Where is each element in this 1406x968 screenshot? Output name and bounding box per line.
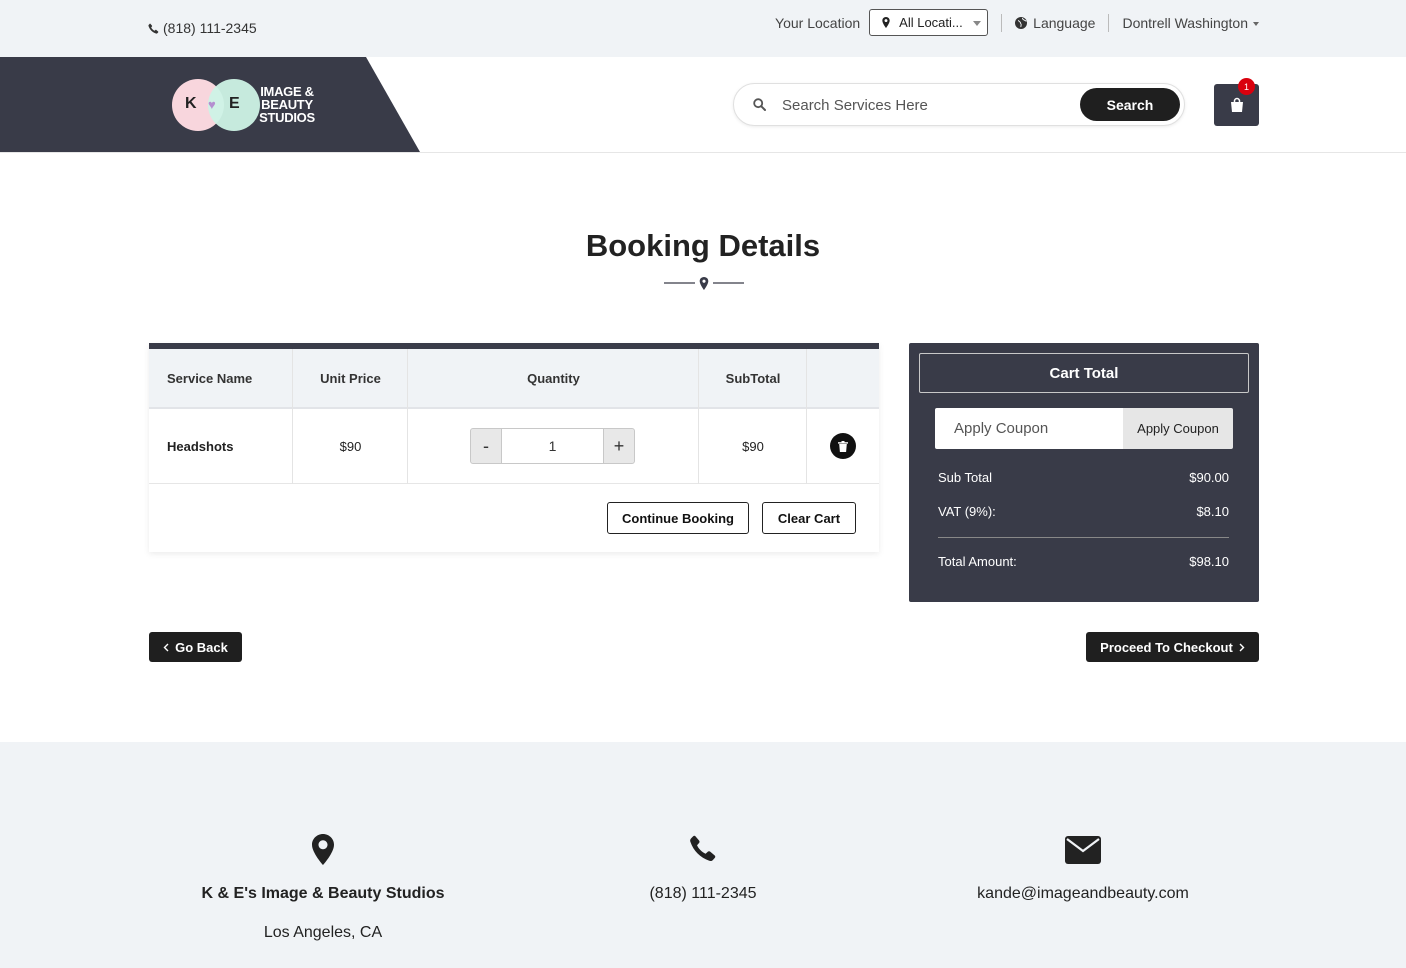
page-title: Booking Details (585, 228, 821, 263)
divider (1108, 13, 1110, 32)
footer-email-text[interactable]: kande@imageandbeauty.com (883, 885, 1283, 903)
location-label: Your Location (775, 14, 861, 31)
table-row: Headshots $90 - 1 + $90 (149, 409, 879, 484)
vat-value: $8.10 (1196, 504, 1229, 519)
location-select[interactable]: All Locati... (869, 9, 989, 36)
logo-text: IMAGE & BEAUTY STUDIOS (258, 85, 316, 124)
column-divider (407, 349, 408, 409)
language-menu[interactable]: Language (1015, 15, 1095, 31)
location-select-value: All Locati... (899, 15, 963, 30)
column-divider (292, 349, 293, 409)
user-menu[interactable]: Dontrell Washington (1122, 15, 1259, 31)
logo-letter-k: K (185, 95, 197, 112)
chevron-down-icon (973, 21, 982, 26)
top-bar: (818) 111-2345 Your Location All Locati.… (0, 0, 1406, 57)
logo[interactable]: K ♥ E IMAGE & BEAUTY STUDIOS (172, 77, 322, 132)
language-label: Language (1033, 14, 1096, 31)
booking-table: Service Name Unit Price Quantity SubTota… (149, 343, 879, 552)
business-city: Los Angeles, CA (263, 924, 383, 941)
quantity-decrease-button[interactable]: - (470, 428, 502, 464)
column-divider (806, 349, 807, 409)
business-name: K & E's Image & Beauty Studios (201, 885, 445, 902)
vat-row: VAT (9%): $8.10 (938, 504, 1229, 519)
topbar-phone-text: (818) 111-2345 (163, 20, 257, 36)
column-divider (806, 409, 807, 484)
chevron-left-icon (163, 643, 169, 651)
envelope-icon (1065, 836, 1101, 864)
coupon-input[interactable] (935, 408, 1125, 449)
globe-icon (1015, 16, 1028, 29)
cart-count-badge: 1 (1238, 78, 1255, 95)
table-header: Service Name Unit Price Quantity SubTota… (149, 349, 879, 409)
total-amount-value: $98.10 (1189, 554, 1229, 569)
service-name-cell: Headshots (167, 438, 234, 454)
unit-price-cell: $90 (339, 438, 362, 454)
logo-text-line: STUDIOS (259, 110, 315, 125)
search-icon (753, 98, 766, 111)
vat-label: VAT (9%): (938, 504, 996, 519)
quantity-stepper: - 1 + (470, 428, 635, 464)
sub-total-label: Sub Total (938, 470, 992, 485)
proceed-to-checkout-button[interactable]: Proceed To Checkout (1086, 632, 1259, 662)
footer-phone-text[interactable]: (818) 111-2345 (503, 885, 903, 903)
apply-coupon-button[interactable]: Apply Coupon (1123, 408, 1233, 449)
continue-booking-button[interactable]: Continue Booking (607, 502, 749, 534)
column-divider (292, 409, 293, 484)
go-back-label: Go Back (175, 639, 228, 655)
cart-total-title: Cart Total (919, 353, 1249, 393)
chevron-right-icon (1239, 643, 1245, 651)
cart-button[interactable]: 1 (1214, 78, 1259, 126)
quantity-input[interactable]: 1 (502, 428, 603, 464)
column-divider (698, 349, 699, 409)
heart-icon: ♥ (208, 97, 216, 112)
proceed-to-checkout-label: Proceed To Checkout (1100, 639, 1233, 655)
user-name: Dontrell Washington (1122, 14, 1248, 31)
search-input[interactable] (782, 90, 1072, 120)
caret-down-icon (1253, 21, 1259, 26)
quantity-increase-button[interactable]: + (603, 428, 635, 464)
divider (938, 537, 1229, 538)
remove-item-button[interactable] (830, 433, 856, 459)
footer: K & E's Image & Beauty Studios Los Angel… (0, 742, 1406, 968)
go-back-button[interactable]: Go Back (149, 632, 242, 662)
column-divider (698, 409, 699, 484)
column-header-subtotal: SubTotal (725, 370, 781, 386)
column-header-quantity: Quantity (527, 370, 580, 386)
sub-total-value: $90.00 (1189, 470, 1229, 485)
phone-icon (148, 23, 159, 34)
logo-letter-e: E (229, 95, 240, 112)
cart-total-panel: Cart Total Apply Coupon Sub Total $90.00… (909, 343, 1259, 602)
title-divider-pin-icon (664, 277, 744, 290)
total-amount-row: Total Amount: $98.10 (938, 554, 1229, 569)
map-pin-icon (882, 17, 890, 28)
column-divider (407, 409, 408, 484)
subtotal-cell: $90 (742, 438, 764, 454)
shopping-bag-icon (1230, 97, 1243, 112)
header: K ♥ E IMAGE & BEAUTY STUDIOS Search 1 (0, 57, 1406, 153)
map-marker-icon (312, 834, 334, 865)
divider (1001, 13, 1003, 32)
total-amount-label: Total Amount: (938, 554, 1017, 569)
column-header-unit-price: Unit Price (320, 370, 381, 386)
sub-total-row: Sub Total $90.00 (938, 470, 1229, 485)
search-button[interactable]: Search (1080, 88, 1180, 121)
clear-cart-button[interactable]: Clear Cart (762, 502, 856, 534)
phone-icon (690, 835, 716, 862)
search-bar: Search (733, 83, 1185, 126)
topbar-phone[interactable]: (818) 111-2345 (148, 20, 257, 36)
column-header-service-name: Service Name (167, 370, 253, 386)
trash-icon (838, 440, 848, 452)
